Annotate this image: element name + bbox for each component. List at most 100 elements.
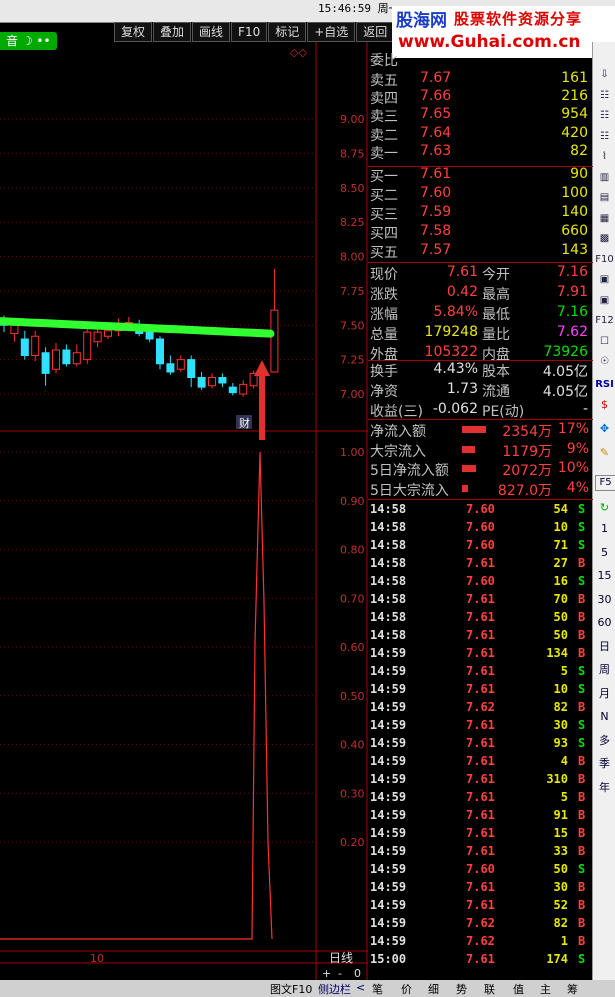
level-price: 7.61 <box>420 166 452 182</box>
separator <box>368 262 593 263</box>
period-button[interactable]: 5 <box>595 544 614 562</box>
bottom-tab[interactable]: < <box>356 981 365 994</box>
period-button[interactable]: 1 <box>595 520 614 538</box>
period-label[interactable]: 日线 <box>329 951 353 965</box>
candle-body[interactable] <box>93 331 102 343</box>
quote-row: 总量 179248 量比 7.62 <box>370 324 592 343</box>
quote-row: 涨跌 0.42 最高 7.91 <box>370 284 592 303</box>
candle-body[interactable] <box>31 335 40 356</box>
sidebar-tool-icon[interactable]: ☐ <box>595 333 614 351</box>
bottom-tab[interactable]: 侧边栏 <box>318 981 351 997</box>
candle-body[interactable] <box>145 331 154 340</box>
sidebar-tool-icon[interactable]: ⇩ <box>595 66 614 84</box>
candle-body[interactable] <box>62 349 71 365</box>
sidebar-tool-icon[interactable]: ☷ <box>595 107 614 125</box>
kline-chart[interactable]: 9.00 8.75 8.50 8.25 8.00 7.75 7.50 7.25 7.00 1.00… <box>0 42 368 980</box>
cai-marker[interactable]: 财 <box>239 416 250 430</box>
sidebar-tool-icon[interactable]: ▦ <box>595 210 614 228</box>
move-icon[interactable]: ✥ <box>595 420 614 438</box>
candle-body[interactable] <box>166 363 175 373</box>
sell-level: 卖二 7.64 420 <box>370 125 592 144</box>
tick-time: 14:58 <box>370 574 407 588</box>
zoom-button[interactable]: 0 <box>354 967 361 980</box>
quote-value: 5.84% <box>433 304 478 320</box>
toolbar-button-4[interactable]: 标记 <box>268 22 307 42</box>
zoom-button[interactable]: + <box>322 967 331 980</box>
candle-body[interactable] <box>41 352 50 374</box>
period-button[interactable]: 月 <box>595 685 614 703</box>
candle-body[interactable] <box>197 377 206 388</box>
quote-value: 7.61 <box>446 264 478 280</box>
bottom-tab[interactable]: 筹 <box>567 981 578 997</box>
candle-body[interactable] <box>52 349 60 370</box>
sidebar-tool-icon[interactable]: ▩ <box>595 230 614 248</box>
bottom-tab[interactable]: 值 <box>513 981 524 997</box>
bottom-tab[interactable]: 笔 <box>372 981 383 997</box>
bottom-tab[interactable]: 图文F10 <box>270 981 312 997</box>
toolbar-button-3[interactable]: F10 <box>231 22 268 42</box>
toolbar-button-5[interactable]: +自选 <box>307 22 356 42</box>
dollar-icon[interactable]: $ <box>595 396 614 414</box>
candle-body[interactable] <box>228 386 237 394</box>
period-button[interactable]: 30 <box>595 591 614 609</box>
level-label: 卖二 <box>370 127 398 144</box>
candle-body[interactable] <box>72 352 81 365</box>
candle-body[interactable] <box>20 338 29 356</box>
candle-body[interactable] <box>83 331 92 361</box>
bottom-tab[interactable]: 价 <box>401 981 412 997</box>
period-button[interactable]: N <box>595 708 614 726</box>
candle-body[interactable] <box>156 338 164 365</box>
pencil-icon[interactable]: ✎ <box>595 444 614 462</box>
toolbar-button-2[interactable]: 画线 <box>192 22 231 42</box>
fund-label: PE(动) <box>482 404 525 420</box>
bottom-tab[interactable]: 联 <box>484 981 495 997</box>
period-button[interactable]: 60 <box>595 614 614 632</box>
sidebar-tool-icon[interactable]: F10 <box>595 251 614 269</box>
bottom-tab[interactable]: 势 <box>456 981 467 997</box>
candle-body[interactable] <box>218 377 227 384</box>
vol-tick: 0.80 <box>340 544 365 557</box>
candle-body[interactable] <box>270 309 279 373</box>
period-button[interactable]: 季 <box>595 755 614 773</box>
candle-body[interactable] <box>187 359 196 378</box>
bottom-tab[interactable]: 主 <box>540 981 551 997</box>
fund-value: 4.05亿 <box>542 384 588 400</box>
sidebar-tool-icon[interactable]: ▣ <box>595 292 614 310</box>
period-button[interactable]: 日 <box>595 638 614 656</box>
period-button[interactable]: 15 <box>595 567 614 585</box>
candle-body[interactable] <box>104 330 112 337</box>
tick-price: 7.62 <box>466 916 495 930</box>
candle-body[interactable] <box>239 383 248 395</box>
toolbar-button-1[interactable]: 叠加 <box>153 22 192 42</box>
quote-value: 0.42 <box>446 284 478 300</box>
refresh-icon[interactable]: ↻ <box>595 499 614 517</box>
toolbar-button-6[interactable]: 返回 <box>356 22 395 42</box>
tick-row: 14:59 7.61 91 B <box>370 808 592 826</box>
tick-row: 14:59 7.61 134 B <box>370 646 592 664</box>
tick-side: S <box>578 664 586 678</box>
sidebar-tool-icon[interactable]: ☉ <box>595 353 614 371</box>
sidebar-tool-icon[interactable]: ⌇ <box>595 148 614 166</box>
tick-time: 14:59 <box>370 808 407 822</box>
period-button[interactable]: 年 <box>595 779 614 797</box>
sidebar-tool-icon[interactable]: ▣ <box>595 271 614 289</box>
tick-volume: 310 <box>546 772 568 786</box>
bottom-tab[interactable]: 细 <box>428 981 439 997</box>
rsi-button[interactable]: RSI <box>595 376 614 394</box>
candle-body[interactable] <box>10 324 19 334</box>
candle-body[interactable] <box>208 377 216 387</box>
sidebar-tool-icon[interactable]: ▤ <box>595 189 614 207</box>
period-button[interactable]: 多 <box>595 732 614 750</box>
toolbar-button-0[interactable]: 复权 <box>114 22 153 42</box>
candle-body[interactable] <box>176 359 185 370</box>
period-button[interactable]: 周 <box>595 661 614 679</box>
tick-time: 14:58 <box>370 502 407 516</box>
zoom-button[interactable]: - <box>338 967 342 980</box>
f5-button[interactable]: F5 <box>595 475 615 491</box>
sidebar-tool-icon[interactable]: F12 <box>595 312 614 330</box>
sidebar-tool-icon[interactable]: ☷ <box>595 87 614 105</box>
sidebar-tool-icon[interactable]: ☷ <box>595 128 614 146</box>
tick-side: B <box>578 880 586 894</box>
sidebar-tool-icon[interactable]: ▥ <box>595 169 614 187</box>
tick-row: 14:59 7.61 33 B <box>370 844 592 862</box>
